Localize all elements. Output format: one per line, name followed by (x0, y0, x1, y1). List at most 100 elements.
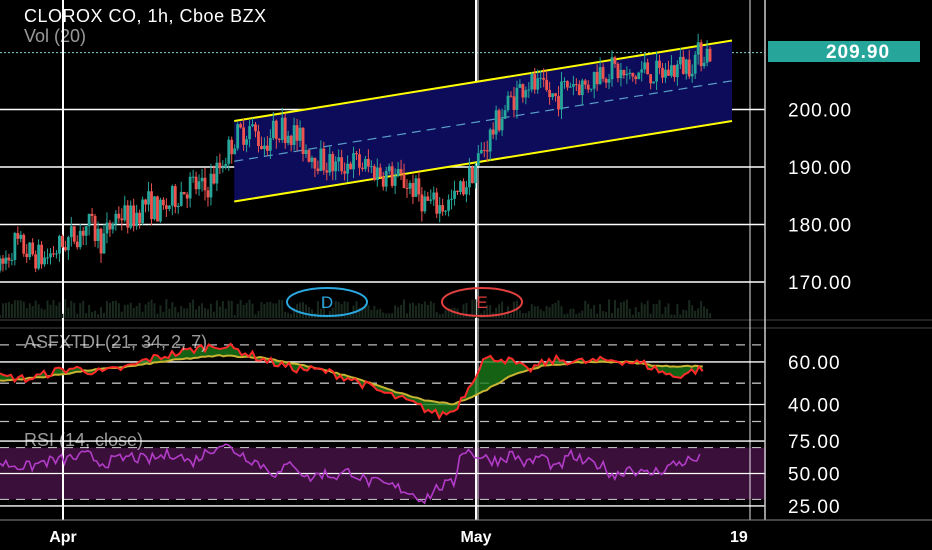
candle-body[interactable] (239, 124, 243, 128)
candle-body[interactable] (574, 84, 578, 86)
candle-body[interactable] (408, 182, 412, 189)
candle-body[interactable] (539, 77, 543, 79)
candle-body[interactable] (604, 78, 608, 83)
candle-body[interactable] (509, 95, 513, 97)
candle-body[interactable] (248, 126, 251, 140)
candle-body[interactable] (589, 88, 593, 90)
candle-body[interactable] (179, 191, 183, 206)
candle-body[interactable] (40, 244, 43, 265)
candle-body[interactable] (277, 138, 281, 140)
candle-body[interactable] (102, 233, 106, 254)
candle-body[interactable] (170, 186, 174, 206)
candle-body[interactable] (699, 42, 703, 67)
candle-body[interactable] (687, 59, 691, 77)
candle-body[interactable] (453, 190, 456, 199)
candle-body[interactable] (533, 74, 537, 90)
candle-body[interactable] (167, 205, 171, 209)
candle-body[interactable] (705, 48, 709, 63)
candle-body[interactable] (1, 258, 5, 264)
candle-body[interactable] (233, 148, 237, 155)
candle-body[interactable] (497, 110, 501, 131)
candle-body[interactable] (583, 80, 587, 85)
candle-body[interactable] (105, 222, 109, 234)
candle-body[interactable] (147, 191, 150, 205)
candle-body[interactable] (420, 194, 424, 212)
candle-body[interactable] (352, 153, 355, 170)
candle-body[interactable] (221, 167, 225, 169)
candle-body[interactable] (209, 173, 213, 198)
candle-body[interactable] (58, 235, 61, 254)
candle-body[interactable] (364, 158, 367, 169)
candle-body[interactable] (503, 110, 507, 119)
candle-body[interactable] (185, 194, 189, 199)
candle-body[interactable] (369, 166, 373, 168)
candle-body[interactable] (366, 158, 370, 167)
candle-body[interactable] (49, 253, 52, 258)
candle-body[interactable] (432, 192, 436, 200)
candle-body[interactable] (340, 157, 344, 172)
candle-body[interactable] (393, 176, 397, 186)
candle-body[interactable] (592, 71, 596, 89)
candle-body[interactable] (257, 131, 260, 147)
candle-body[interactable] (289, 135, 293, 145)
candle-body[interactable] (479, 150, 483, 154)
candle-body[interactable] (55, 253, 58, 255)
candle-body[interactable] (634, 76, 638, 80)
candle-body[interactable] (658, 60, 661, 68)
candle-body[interactable] (536, 78, 540, 90)
candle-body[interactable] (637, 72, 641, 80)
candle-body[interactable] (144, 199, 147, 205)
candle-body[interactable] (245, 139, 248, 145)
candle-body[interactable] (444, 210, 448, 212)
candle-body[interactable] (675, 64, 679, 78)
candle-body[interactable] (69, 226, 73, 238)
candle-body[interactable] (218, 162, 222, 169)
candle-body[interactable] (316, 168, 320, 172)
candle-body[interactable] (271, 120, 275, 139)
candle-body[interactable] (690, 73, 694, 77)
candle-body[interactable] (473, 165, 477, 184)
candle-body[interactable] (399, 169, 403, 174)
candle-body[interactable] (251, 124, 254, 127)
candle-body[interactable] (414, 178, 418, 197)
candle-body[interactable] (274, 120, 278, 139)
candle-body[interactable] (361, 167, 364, 169)
candle-body[interactable] (135, 212, 139, 227)
candle-body[interactable] (569, 86, 572, 88)
candle-body[interactable] (16, 233, 20, 239)
candle-body[interactable] (355, 153, 358, 155)
candle-body[interactable] (141, 199, 145, 224)
candle-body[interactable] (619, 69, 623, 79)
candle-body[interactable] (506, 95, 510, 111)
candle-body[interactable] (46, 257, 49, 259)
candle-body[interactable] (212, 173, 216, 184)
candle-body[interactable] (402, 173, 406, 188)
candle-body[interactable] (292, 125, 296, 145)
candle-body[interactable] (60, 235, 64, 248)
candle-body[interactable] (441, 205, 445, 212)
candle-body[interactable] (696, 42, 700, 55)
candle-body[interactable] (586, 84, 590, 90)
candle-body[interactable] (684, 59, 688, 74)
candle-body[interactable] (254, 124, 257, 132)
candle-body[interactable] (545, 79, 549, 90)
candle-body[interactable] (319, 148, 323, 172)
candle-body[interactable] (378, 167, 382, 177)
candle-body[interactable] (664, 69, 667, 78)
candle-body[interactable] (0, 258, 2, 271)
candle-body[interactable] (304, 150, 308, 155)
candle-body[interactable] (322, 148, 326, 171)
candle-body[interactable] (616, 63, 620, 79)
candle-body[interactable] (173, 186, 177, 208)
candle-body[interactable] (702, 62, 706, 67)
candle-body[interactable] (280, 117, 284, 140)
candle-body[interactable] (524, 90, 528, 98)
candle-body[interactable] (655, 60, 658, 82)
candle-body[interactable] (521, 84, 525, 98)
candle-body[interactable] (242, 127, 246, 145)
candle-body[interactable] (298, 127, 302, 141)
candle-body[interactable] (268, 138, 272, 151)
candle-body[interactable] (138, 212, 142, 224)
candle-body[interactable] (643, 62, 647, 70)
candle-body[interactable] (4, 257, 8, 264)
